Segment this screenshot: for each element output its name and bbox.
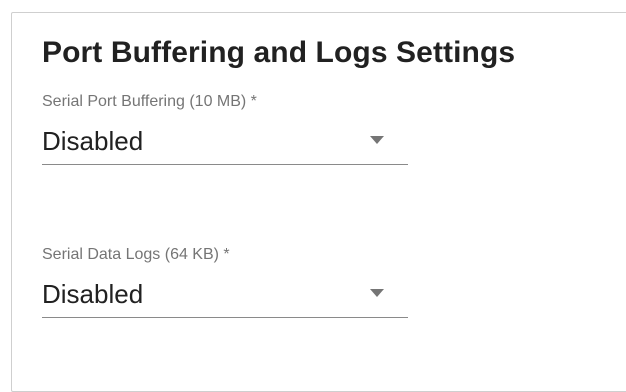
- section-title: Port Buffering and Logs Settings: [42, 36, 516, 69]
- serial-data-logs-field: Serial Data Logs (64 KB) * Disabled: [42, 245, 408, 318]
- settings-card: Port Buffering and Logs Settings Serial …: [11, 12, 626, 392]
- serial-port-buffering-select[interactable]: Disabled: [42, 126, 408, 165]
- serial-data-logs-label: Serial Data Logs (64 KB) *: [42, 246, 230, 263]
- arrow-drop-down-icon[interactable]: [370, 136, 384, 144]
- serial-port-buffering-label: Serial Port Buffering (10 MB) *: [42, 93, 257, 110]
- serial-data-logs-select[interactable]: Disabled: [42, 279, 408, 318]
- serial-port-buffering-field: Serial Port Buffering (10 MB) * Disabled: [42, 92, 408, 165]
- serial-data-logs-value: Disabled: [42, 279, 144, 309]
- arrow-drop-down-icon[interactable]: [370, 289, 384, 297]
- serial-port-buffering-value: Disabled: [42, 126, 144, 156]
